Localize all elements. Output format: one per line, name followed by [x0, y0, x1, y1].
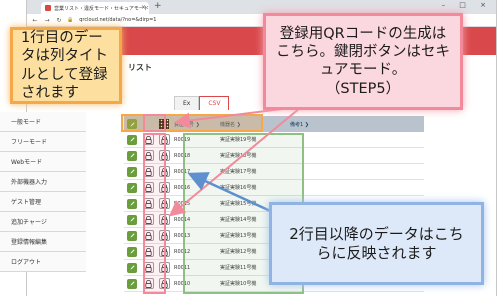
callout-qr-lock-note: 登録用QRコードの生成はこちら。鍵閉ボタンはセキュアモード。 （STEP5） [263, 13, 463, 110]
arrow-to-lock-column [168, 107, 301, 217]
callout-qr-lock-text: 登録用QRコードの生成はこちら。鍵閉ボタンはセキュアモード。 [276, 25, 450, 78]
callout-header-row-note: 1行目のデータは列タイトルとして登録されます [10, 27, 122, 104]
arrow-to-qr-header [174, 107, 291, 129]
callout-step-label: （STEP5） [325, 81, 401, 98]
callout-data-rows-note: 2行目以降のデータはこちらに反映されます [269, 202, 484, 285]
